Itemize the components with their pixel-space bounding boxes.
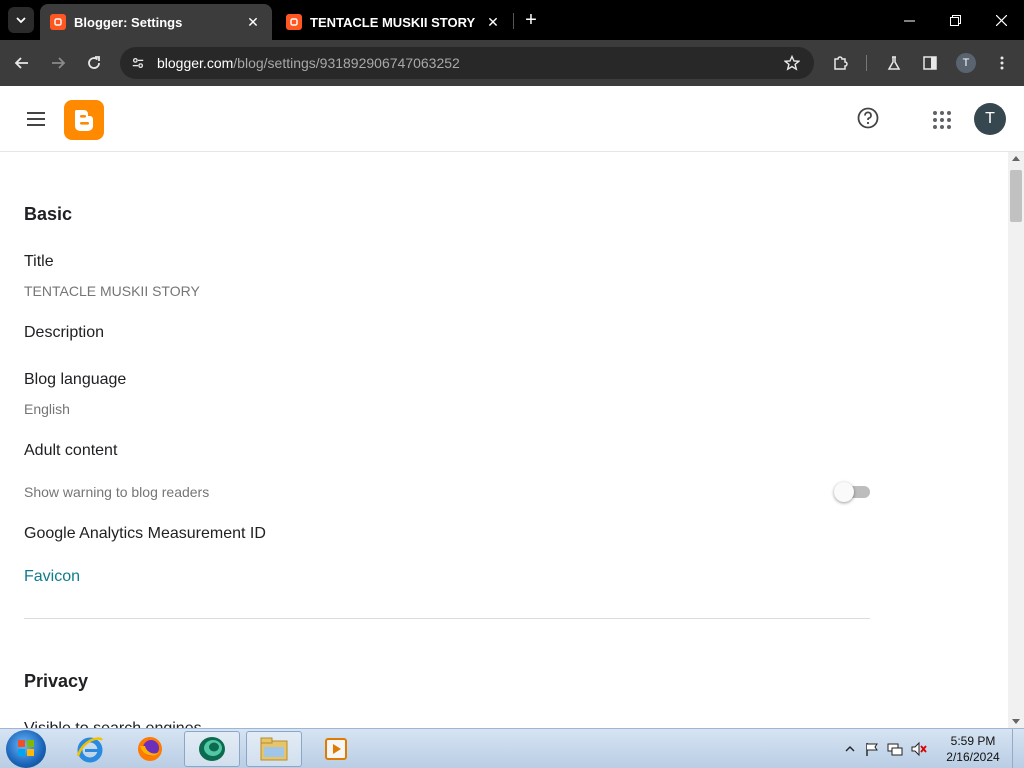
favicon-link[interactable]: Favicon [24,568,80,586]
forward-button[interactable] [44,49,72,77]
tab-title: TENTACLE MUSKII STORY [310,14,476,30]
blogger-favicon-icon [286,14,302,30]
network-icon[interactable] [886,741,904,757]
tab-tentacle-story[interactable]: TENTACLE MUSKII STORY ✕ [276,4,512,40]
help-icon[interactable] [856,106,880,130]
adult-content-label: Adult content [24,442,118,459]
site-info-icon[interactable] [130,55,146,71]
puzzle-icon [834,56,848,70]
reload-button[interactable] [80,49,108,77]
tab-blogger-settings[interactable]: Blogger: Settings ✕ [40,4,272,40]
adult-content-toggle[interactable] [834,482,870,502]
chevron-down-icon [16,17,26,24]
adult-content-description: Show warning to blog readers [24,484,210,500]
tab-search-button[interactable] [8,7,34,33]
new-tab-button[interactable]: + [519,8,543,32]
close-window-button[interactable] [978,0,1024,40]
close-tab-icon[interactable]: ✕ [484,13,502,31]
action-center-flag-icon[interactable] [864,741,880,757]
scrollbar-thumb[interactable] [1010,170,1022,222]
extensions-button[interactable] [826,49,854,77]
browser-menu-button[interactable] [988,49,1016,77]
page-scrollbar[interactable] [1008,152,1024,728]
toggle-knob [834,482,854,502]
section-divider [24,618,870,619]
close-tab-icon[interactable]: ✕ [244,13,262,31]
taskbar-firefox[interactable] [122,731,178,767]
scroll-down-arrow-icon[interactable] [1012,719,1020,724]
restore-button[interactable] [932,0,978,40]
browser-app-icon [199,737,225,761]
blogger-app-bar: T [0,86,1024,152]
hamburger-menu-icon[interactable] [24,108,48,130]
blogger-logo[interactable] [64,100,104,140]
kebab-menu-icon [1000,56,1004,70]
title-value: TENTACLE MUSKII STORY [24,283,200,299]
tab-separator [513,13,514,29]
volume-muted-icon[interactable] [910,741,928,757]
address-bar[interactable]: blogger.com/blog/settings/93189290674706… [120,47,814,79]
side-panel-button[interactable] [916,49,944,77]
internet-explorer-icon [76,737,103,763]
windows-logo-icon [18,740,34,756]
browser-tab-bar: Blogger: Settings ✕ TENTACLE MUSKII STOR… [0,0,1024,40]
show-hidden-icons-icon[interactable] [844,743,856,755]
windows-taskbar: 5:59 PM 2/16/2024 [0,728,1024,768]
restore-icon [949,14,961,26]
arrow-right-icon [52,57,66,69]
system-tray [844,729,928,768]
close-icon [995,14,1007,26]
arrow-left-icon [14,57,28,69]
url-text: blogger.com/blog/settings/93189290674706… [157,55,460,71]
toolbar-divider [866,55,867,71]
taskbar-clock[interactable]: 5:59 PM 2/16/2024 [940,733,1006,765]
title-setting[interactable]: Title [24,253,54,271]
folder-icon [260,737,288,761]
settings-content: Basic Title TENTACLE MUSKII STORY Descri… [0,152,1006,728]
blogger-favicon-icon [50,14,66,30]
minimize-button[interactable] [886,0,932,40]
description-setting[interactable]: Description [24,324,104,342]
flask-icon [887,56,901,70]
search-engines-visible-setting[interactable]: Visible to search engines [24,720,202,728]
url-path: /blog/settings/931892906747063252 [233,55,460,71]
clock-time: 5:59 PM [950,734,996,748]
side-panel-icon [923,56,937,70]
scroll-up-arrow-icon[interactable] [1012,156,1020,161]
labs-button[interactable] [880,49,908,77]
taskbar-explorer[interactable] [246,731,302,767]
analytics-id-setting[interactable]: Google Analytics Measurement ID [24,525,266,543]
privacy-section-heading: Privacy [24,671,89,691]
tab-title: Blogger: Settings [74,14,183,30]
reload-icon [88,56,100,69]
google-apps-icon[interactable] [930,108,952,130]
show-desktop-button[interactable] [1012,729,1024,768]
blog-language-setting[interactable]: Blog language [24,371,126,389]
minimize-icon [903,20,915,21]
clock-date: 2/16/2024 [946,750,1000,764]
taskbar-chrome-active[interactable] [184,731,240,767]
browser-toolbar: blogger.com/blog/settings/93189290674706… [0,40,1024,86]
taskbar-ie[interactable] [62,731,118,767]
back-button[interactable] [8,49,36,77]
start-button[interactable] [6,730,46,768]
blogger-b-icon [75,110,93,131]
url-host: blogger.com [157,55,234,71]
basic-section-heading: Basic [24,204,73,224]
firefox-icon [138,737,162,761]
account-avatar[interactable]: T [974,103,1006,135]
media-player-icon [325,738,347,760]
bookmark-star-icon[interactable] [784,55,800,71]
blog-language-value: English [24,401,70,417]
browser-profile-avatar[interactable]: T [956,53,976,73]
taskbar-media-player[interactable] [308,731,364,767]
